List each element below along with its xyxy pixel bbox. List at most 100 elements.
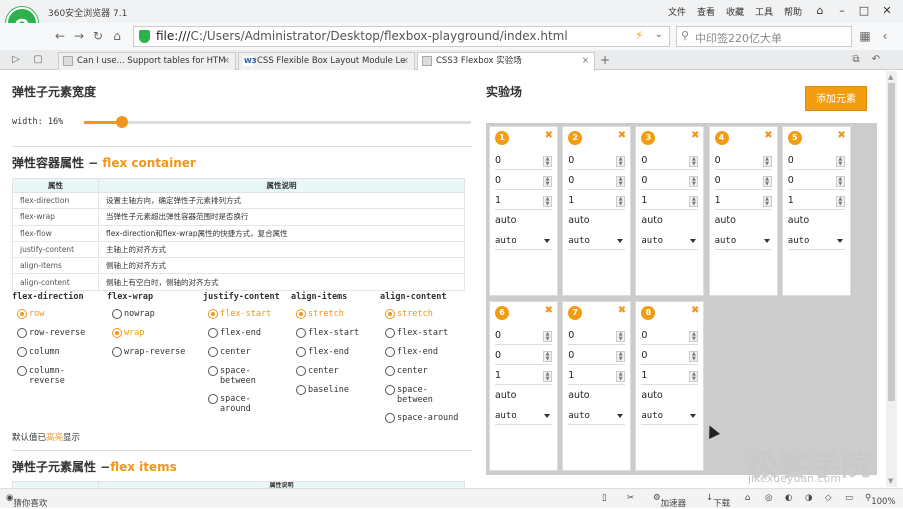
remove-icon[interactable]: ✖ [545,130,553,141]
align-self-select[interactable]: auto [495,234,552,250]
spinner-icon[interactable]: ▲ ▼ [543,196,552,207]
spinner-icon[interactable]: ▲ ▼ [835,196,845,207]
radio-option[interactable]: row [12,306,107,325]
radio-icon[interactable] [208,347,218,357]
order-input[interactable]: 0 ▲ ▼ [714,154,772,170]
close-tab-icon[interactable]: × [402,53,409,69]
grow-input[interactable]: 0 ▲ ▼ [495,174,552,190]
shrink-input[interactable]: 1 ▲ ▼ [714,194,772,210]
radio-icon[interactable] [17,309,27,319]
radio-icon[interactable] [208,366,218,376]
spinner-icon[interactable]: ▲ ▼ [616,351,626,362]
width-slider[interactable] [84,116,471,128]
radio-option[interactable]: space- around [203,391,291,419]
slider-handle[interactable] [116,116,129,128]
status-left[interactable]: ◉ 猜你喜欢 [6,493,47,509]
radio-option[interactable]: flex-start [291,325,380,344]
back-icon[interactable]: ← [52,27,68,45]
radio-icon[interactable] [385,366,395,376]
grow-input[interactable]: 0 ▲ ▼ [568,174,626,190]
forward-icon[interactable]: → [71,27,87,45]
remove-icon[interactable]: ✖ [618,130,626,141]
remove-icon[interactable]: ✖ [545,305,553,316]
align-self-select[interactable]: auto [787,234,845,250]
shrink-input[interactable]: 1 ▲ ▼ [641,369,699,385]
download-status[interactable]: ↓ 下载 [706,493,730,509]
status-icon[interactable]: ◎ [765,493,772,503]
shrink-input[interactable]: 1 ▲ ▼ [641,194,699,210]
align-self-select[interactable]: auto [714,234,772,250]
radio-option[interactable]: flex-end [291,344,380,363]
align-self-select[interactable]: auto [495,409,552,425]
radio-option[interactable]: wrap-reverse [107,344,203,363]
minimize-icon[interactable]: – [831,2,853,20]
radio-icon[interactable] [385,309,395,319]
accelerator-status[interactable]: ⚙ 加速器 [653,493,686,509]
screenshot-icon[interactable]: ✂ [627,493,634,503]
radio-icon[interactable] [17,366,27,376]
spinner-icon[interactable]: ▲ ▼ [543,331,552,342]
spinner-icon[interactable]: ▲ ▼ [689,156,699,167]
skin-icon[interactable]: ⌂ [809,2,831,20]
grow-input[interactable]: 0 ▲ ▼ [714,174,772,190]
remove-icon[interactable]: ✖ [618,305,626,316]
spinner-icon[interactable]: ▲ ▼ [616,156,626,167]
spinner-icon[interactable]: ▲ ▼ [543,156,552,167]
grow-input[interactable]: 0 ▲ ▼ [568,349,626,365]
radio-option[interactable]: center [291,363,380,382]
basis-input[interactable]: auto [495,215,552,226]
shrink-input[interactable]: 1 ▲ ▼ [495,194,552,210]
radio-option[interactable]: space- between [380,382,480,410]
scrollbar[interactable]: ▲ ▼ [886,71,897,487]
radio-option[interactable]: center [203,344,291,363]
refresh-icon[interactable]: ↻ [90,27,106,45]
radio-icon[interactable] [296,385,306,395]
radio-option[interactable]: flex-end [380,344,480,363]
scroll-down-icon[interactable]: ▼ [888,477,893,485]
new-tab-icon[interactable]: + [597,51,613,69]
spinner-icon[interactable]: ▲ ▼ [616,331,626,342]
undo-icon[interactable]: ↶ [868,51,884,69]
spinner-icon[interactable]: ▲ ▼ [762,156,772,167]
shrink-input[interactable]: 1 ▲ ▼ [568,369,626,385]
basis-input[interactable]: auto [641,390,698,401]
add-element-button[interactable]: 添加元素 [805,86,867,111]
align-self-select[interactable]: auto [641,234,699,250]
menu-file[interactable]: 文件 [668,5,686,18]
spinner-icon[interactable]: ▲ ▼ [616,196,626,207]
close-icon[interactable]: ✕ [876,2,898,20]
basis-input[interactable]: auto [788,215,845,226]
radio-option[interactable]: stretch [291,306,380,325]
tab-list-icon[interactable]: ▢ [30,51,46,69]
radio-icon[interactable] [296,347,306,357]
tab-flexbox[interactable]: CSS3 Flexbox 实验场 × [417,52,595,71]
radio-icon[interactable] [385,385,395,395]
basis-input[interactable]: auto [568,390,625,401]
order-input[interactable]: 0 ▲ ▼ [641,154,699,170]
url-input[interactable]: file:///C:/Users/Administrator/Desktop/f… [133,26,670,47]
radio-icon[interactable] [296,328,306,338]
radio-option[interactable]: center [380,363,480,382]
radio-option[interactable]: flex-start [380,325,480,344]
scrollbar-thumb[interactable] [888,83,895,401]
radio-option[interactable]: column [12,344,107,363]
lightning-icon[interactable]: ⚡ [635,29,643,42]
order-input[interactable]: 0 ▲ ▼ [568,329,626,345]
radio-option[interactable]: stretch [380,306,480,325]
spinner-icon[interactable]: ▲ ▼ [835,176,845,187]
order-input[interactable]: 0 ▲ ▼ [641,329,699,345]
spinner-icon[interactable]: ▲ ▼ [689,331,699,342]
radio-option[interactable]: nowrap [107,306,203,325]
shrink-input[interactable]: 1 ▲ ▼ [787,194,845,210]
zoom-level[interactable]: ⚲ 100% [865,493,896,507]
order-input[interactable]: 0 ▲ ▼ [495,154,552,170]
spinner-icon[interactable]: ▲ ▼ [689,176,699,187]
radio-option[interactable]: space- between [203,363,291,391]
radio-icon[interactable] [112,347,122,357]
chevron-down-icon[interactable]: ⌄ [655,29,663,40]
basis-input[interactable]: auto [495,390,552,401]
basis-input[interactable]: auto [641,215,698,226]
window-icon[interactable]: ⧉ [848,51,864,69]
menu-favorites[interactable]: 收藏 [726,5,744,18]
maximize-icon[interactable]: □ [853,2,875,20]
